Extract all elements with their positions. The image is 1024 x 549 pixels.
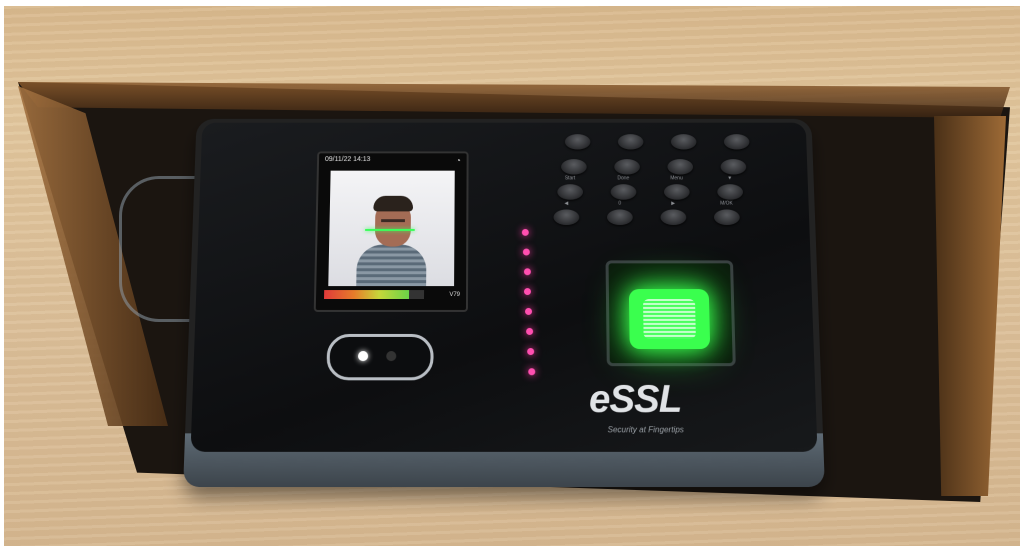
wifi-icon: ◔ bbox=[456, 156, 461, 165]
wooden-wall: 09/11/22 14:13 ◔ V79 Start Done Menu ▼ ◀… bbox=[4, 6, 1020, 546]
status-led bbox=[522, 229, 529, 236]
keypad: Start Done Menu ▼ ◀ 0 ▶ M/OK bbox=[565, 130, 784, 236]
keypad-key[interactable] bbox=[720, 159, 746, 174]
keypad-key[interactable] bbox=[614, 159, 640, 174]
fingerprint-sensor[interactable] bbox=[606, 260, 736, 366]
biometric-terminal: 09/11/22 14:13 ◔ V79 Start Done Menu ▼ ◀… bbox=[183, 119, 825, 487]
keypad-key[interactable] bbox=[671, 134, 697, 149]
ir-camera bbox=[326, 334, 433, 380]
user-eyes bbox=[381, 219, 405, 227]
match-quality-remaining bbox=[409, 290, 424, 299]
keypad-key[interactable] bbox=[724, 134, 750, 149]
status-led bbox=[528, 368, 535, 375]
face-scan-line bbox=[365, 229, 415, 231]
keypad-key-label: Done bbox=[610, 175, 636, 181]
keypad-key-label: Start bbox=[557, 175, 583, 181]
screen-clock: 09/11/22 14:13 bbox=[325, 156, 371, 163]
status-led bbox=[524, 288, 531, 295]
screen-corner-label: V79 bbox=[449, 292, 460, 298]
lcd-screen: 09/11/22 14:13 ◔ V79 bbox=[314, 151, 469, 312]
status-led bbox=[526, 328, 533, 335]
camera-preview bbox=[328, 171, 454, 286]
keypad-key[interactable] bbox=[565, 134, 591, 149]
user-hair bbox=[373, 196, 413, 212]
keypad-key[interactable]: Start bbox=[557, 184, 583, 200]
keypad-key[interactable]: ▶ bbox=[660, 209, 686, 225]
keypad-key-label: ◀ bbox=[553, 201, 579, 207]
status-led bbox=[524, 268, 531, 275]
user-face-image bbox=[356, 196, 427, 286]
status-led-column bbox=[522, 229, 532, 378]
keypad-key[interactable]: 0 bbox=[607, 209, 633, 225]
keypad-key[interactable] bbox=[561, 159, 587, 174]
ir-light-icon bbox=[358, 351, 368, 361]
brand-tagline: Security at Fingertips bbox=[608, 425, 684, 434]
user-shirt bbox=[356, 245, 426, 286]
status-led bbox=[525, 308, 532, 315]
keypad-key-label: ▼ bbox=[717, 175, 743, 181]
match-quality-bar bbox=[324, 290, 424, 299]
keypad-key[interactable]: ◀ bbox=[553, 209, 579, 225]
keypad-key-label: 0 bbox=[607, 201, 633, 207]
status-led bbox=[527, 348, 534, 355]
camera-lens-icon bbox=[386, 351, 396, 361]
screen-status-bar: 09/11/22 14:13 ◔ bbox=[325, 156, 461, 168]
keypad-key-label: Menu bbox=[664, 175, 690, 181]
keypad-key[interactable]: M/OK bbox=[714, 209, 740, 225]
keypad-key-label: M/OK bbox=[714, 201, 740, 207]
brand-logo: eSSL bbox=[589, 378, 682, 422]
device-front-panel: 09/11/22 14:13 ◔ V79 Start Done Menu ▼ ◀… bbox=[191, 123, 818, 452]
fingerprint-scan-area bbox=[643, 299, 696, 339]
keypad-key-label: ▶ bbox=[660, 201, 686, 207]
keypad-key[interactable] bbox=[667, 159, 693, 174]
keypad-key[interactable]: ▼ bbox=[717, 184, 743, 200]
keypad-key[interactable]: Done bbox=[611, 184, 637, 200]
keypad-key[interactable] bbox=[618, 134, 644, 149]
keypad-key[interactable]: Menu bbox=[664, 184, 690, 200]
status-led bbox=[523, 249, 530, 256]
photo-scene: 09/11/22 14:13 ◔ V79 Start Done Menu ▼ ◀… bbox=[0, 0, 1024, 549]
